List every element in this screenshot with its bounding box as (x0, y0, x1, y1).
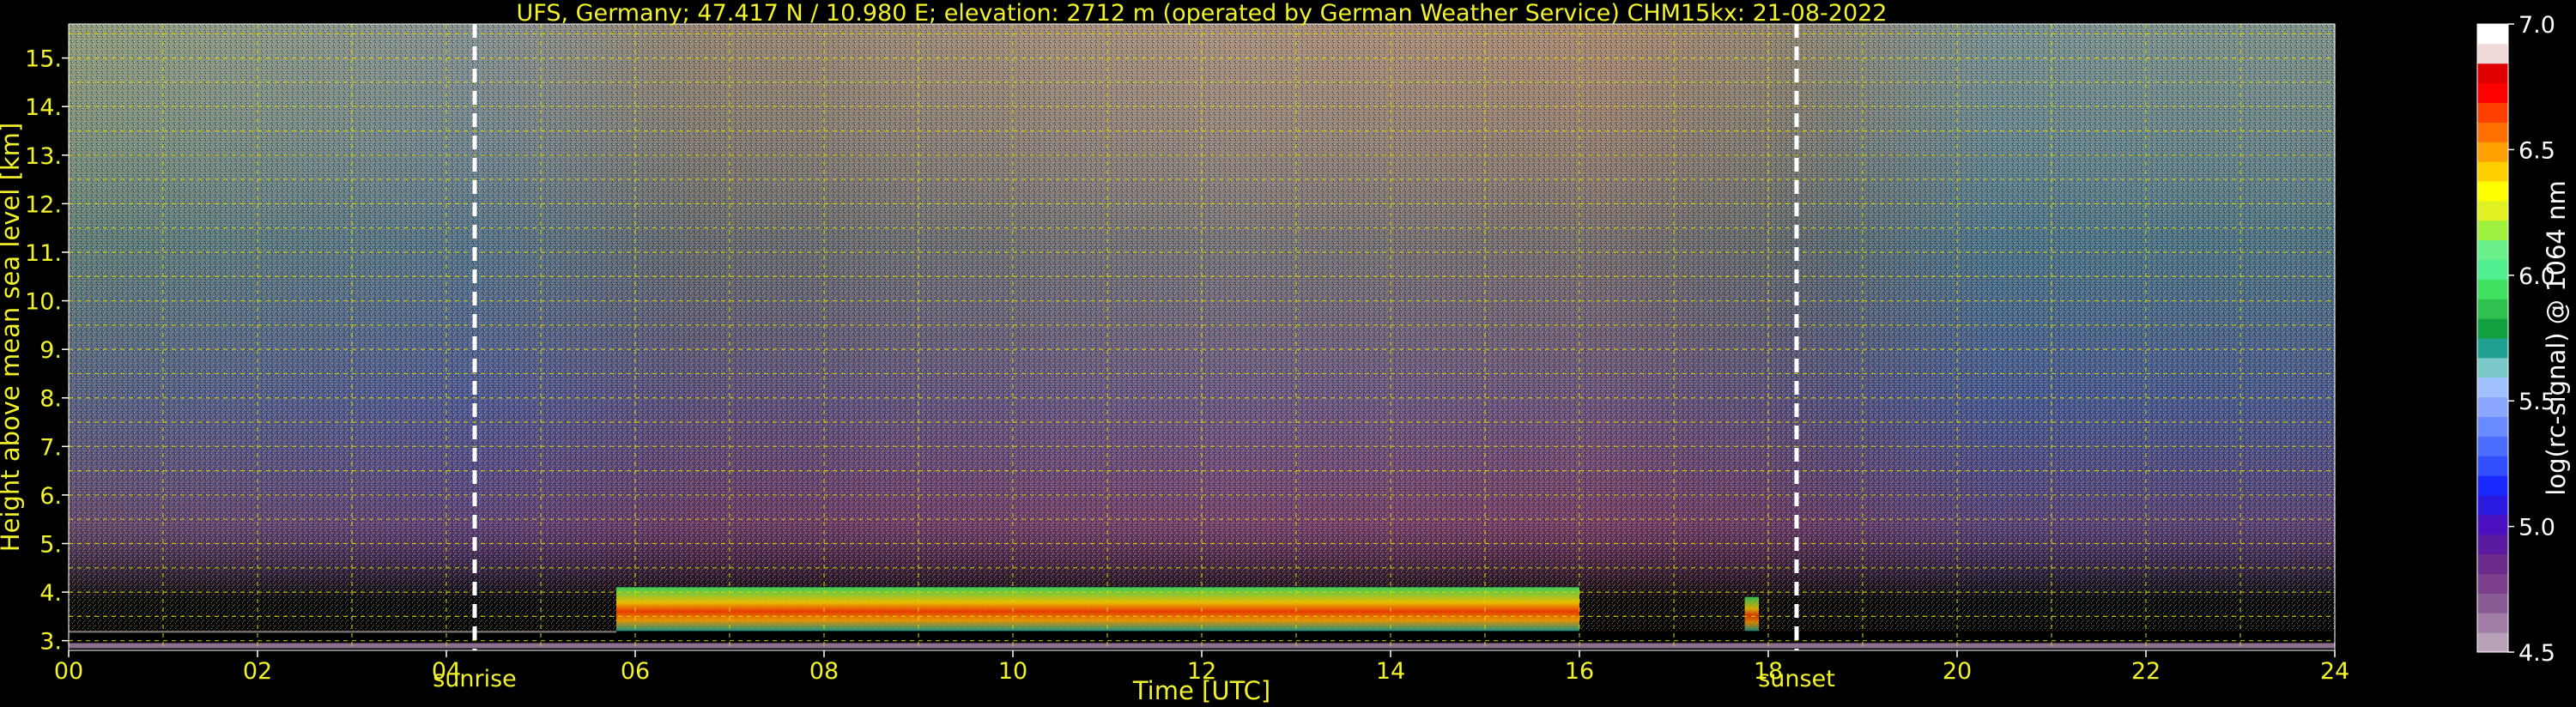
colorbar-swatch (2477, 279, 2508, 299)
cloud-band (616, 587, 1579, 631)
x-tick-label: 04 (432, 658, 461, 685)
colorbar-swatch (2477, 161, 2508, 182)
y-tick-label: 13. (25, 143, 62, 170)
colorbar-tick-label: 4.5 (2518, 640, 2555, 667)
y-tick-label: 12. (25, 191, 62, 218)
y-tick-label: 14. (25, 94, 62, 121)
colorbar-swatch (2477, 82, 2508, 103)
y-axis-label: Height above mean sea level [km] (0, 123, 25, 552)
colorbar-swatch (2477, 200, 2508, 221)
x-tick-label: 02 (243, 658, 272, 685)
y-tick-label: 7. (39, 434, 62, 461)
x-tick-label: 16 (1565, 658, 1594, 685)
plot-area: sunrise sunset (68, 23, 2336, 692)
colorbar-swatch (2477, 181, 2508, 202)
x-axis-ticks: 00 02 04 06 08 10 12 14 16 18 20 22 24 (54, 650, 2349, 685)
y-tick-label: 10. (25, 289, 62, 316)
colorbar-swatch (2477, 514, 2508, 535)
chart-title: UFS, Germany; 47.417 N / 10.980 E; eleva… (517, 0, 1888, 27)
colorbar-swatch (2477, 377, 2508, 398)
y-tick-label: 8. (39, 386, 62, 413)
colorbar-swatch (2477, 456, 2508, 476)
colorbar-swatch (2477, 495, 2508, 516)
cloud-base-line (69, 631, 616, 633)
colorbar-swatch (2477, 299, 2508, 319)
colorbar-swatch (2477, 338, 2508, 359)
colorbar-tick-label: 5.0 (2518, 515, 2555, 541)
cloud-patch (1744, 596, 1759, 631)
ceilometer-chart: sunrise sunset UFS, Germany; 47.417 N / 1… (0, 0, 2571, 705)
colorbar-swatch (2477, 102, 2508, 123)
colorbar-swatch (2477, 593, 2508, 613)
colorbar-tick-label: 7.0 (2518, 12, 2555, 39)
colorbar-swatch (2477, 357, 2508, 378)
colorbar-swatch (2477, 632, 2508, 653)
colorbar-swatch (2477, 436, 2508, 456)
colorbar-swatch (2477, 122, 2508, 142)
y-tick-label: 4. (39, 580, 62, 607)
colorbar-swatch (2477, 220, 2508, 241)
colorbar-swatch (2477, 416, 2508, 437)
x-tick-label: 14 (1376, 658, 1405, 685)
y-tick-label: 11. (25, 240, 62, 267)
colorbar-swatch (2477, 43, 2508, 64)
colorbar-swatch (2477, 573, 2508, 594)
colorbar-swatch (2477, 534, 2508, 555)
y-tick-label: 15. (25, 46, 62, 73)
x-tick-label: 10 (998, 658, 1027, 685)
colorbar-swatch (2477, 475, 2508, 496)
colorbar-swatch (2477, 239, 2508, 260)
colorbar-swatch (2477, 396, 2508, 417)
colorbar-swatch (2477, 553, 2508, 574)
x-tick-label: 22 (2131, 658, 2161, 685)
colorbar-swatch (2477, 318, 2508, 339)
colorbar-swatch (2477, 613, 2508, 633)
colorbar: 4.55.05.56.06.57.0 log(rc-signal) @ 1064… (2476, 12, 2571, 667)
colorbar-swatch (2477, 142, 2508, 162)
y-tick-label: 9. (39, 337, 62, 364)
y-tick-label: 5. (39, 532, 62, 559)
colorbar-tick-label: 6.5 (2518, 137, 2555, 164)
colorbar-label: log(rc-signal) @ 1064 nm (2542, 180, 2571, 495)
x-tick-label: 00 (54, 658, 83, 685)
x-tick-label: 20 (1943, 658, 1972, 685)
colorbar-swatch (2477, 259, 2508, 280)
y-tick-label: 3. (39, 629, 62, 656)
y-axis-ticks: 3. 4. 5. 6. 7. 8. 9. 10. 11. 12. 13. 14. 15. (25, 46, 69, 656)
colorbar-swatch (2477, 63, 2508, 84)
x-tick-label: 18 (1754, 658, 1783, 685)
colorbar-swatches (2477, 24, 2508, 653)
x-tick-label: 24 (2320, 658, 2349, 685)
x-tick-label: 08 (809, 658, 839, 685)
x-tick-label: 06 (621, 658, 650, 685)
x-tick-label: 12 (1187, 658, 1216, 685)
colorbar-swatch (2477, 24, 2508, 45)
y-tick-label: 6. (39, 483, 62, 510)
